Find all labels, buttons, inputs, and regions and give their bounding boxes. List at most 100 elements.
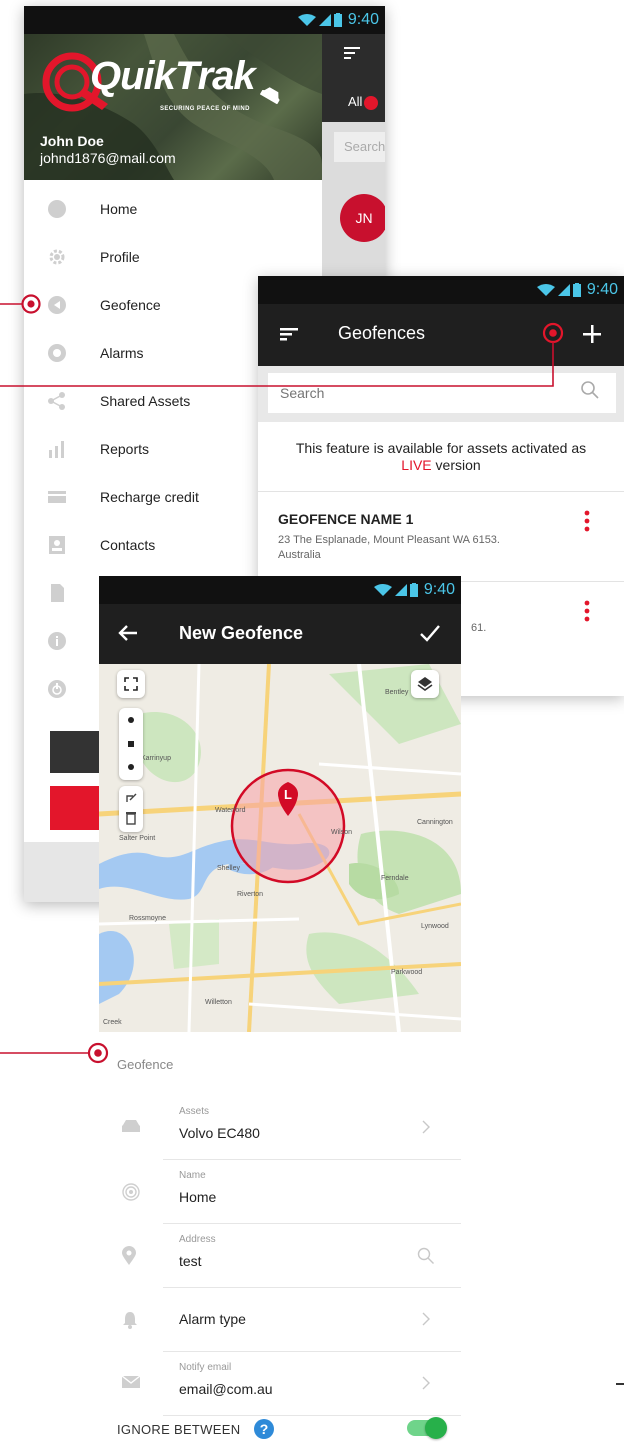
- map-pin-label: L: [284, 787, 292, 802]
- battery-icon: [333, 13, 342, 27]
- menu-item-home[interactable]: Home: [24, 185, 322, 233]
- notice-text-end: version: [431, 457, 481, 473]
- fullscreen-button[interactable]: [117, 670, 145, 698]
- background-toolbar: All: [322, 34, 385, 122]
- home-icon: [46, 198, 68, 220]
- credit-card-icon: [46, 486, 68, 508]
- battery-icon: [409, 583, 418, 597]
- status-bar: 9:40: [24, 6, 385, 34]
- contacts-icon: [46, 534, 68, 556]
- chevron-right-icon: [422, 1376, 430, 1390]
- wifi-icon: [373, 584, 392, 596]
- field-value: test: [179, 1253, 202, 1269]
- user-name: John Doe: [40, 133, 104, 149]
- geofence-icon: [46, 294, 68, 316]
- status-time: 9:40: [347, 11, 379, 28]
- map-view[interactable]: L Bentley Karrinyup Waterford Wilson Can…: [99, 664, 461, 1032]
- check-icon[interactable]: [419, 622, 441, 644]
- field-caption: Name: [179, 1170, 206, 1181]
- share-icon: [46, 390, 68, 412]
- notify-email-field[interactable]: Notify email email@com.au: [99, 1352, 461, 1416]
- menu-item-profile[interactable]: Profile: [24, 233, 322, 281]
- new-geofence-screen: 9:40 New Geofence L Bentley Karrinyup Wa…: [99, 576, 461, 1448]
- map-place-label: Cannington: [417, 819, 453, 826]
- alarm-icon: [46, 342, 68, 364]
- menu-item-label: Geofence: [100, 297, 161, 313]
- logo-tagline: SECURING PEACE OF MIND: [160, 106, 250, 112]
- signal-icon: [394, 584, 407, 596]
- avatar[interactable]: JN: [340, 194, 385, 242]
- logo-wordmark: QuikTrak: [90, 54, 256, 98]
- status-time: 9:40: [586, 281, 618, 298]
- menu-item-label: Home: [100, 201, 138, 217]
- ignore-between-toggle[interactable]: [407, 1417, 447, 1439]
- field-value: Alarm type: [179, 1311, 246, 1327]
- map-place-label: Parkwood: [391, 969, 422, 976]
- map-place-label: Creek: [103, 1019, 122, 1026]
- section-label: Geofence: [117, 1057, 174, 1072]
- back-arrow-icon[interactable]: [117, 622, 139, 644]
- fullscreen-icon: [124, 677, 138, 691]
- gear-icon: [46, 246, 68, 268]
- tab-all[interactable]: All: [348, 94, 379, 110]
- map-place-label: Rossmoyne: [129, 915, 166, 922]
- new-geofence-toolbar: New Geofence: [99, 604, 461, 664]
- alarm-type-field[interactable]: Alarm type: [99, 1288, 461, 1352]
- page-title: New Geofence: [179, 623, 304, 643]
- notice-text: This feature is available for assets act…: [295, 440, 587, 456]
- signal-icon: [557, 284, 570, 296]
- geofences-toolbar: Geofences: [258, 304, 624, 366]
- draw-tools: [119, 708, 143, 780]
- user-email: johnd1876@mail.com: [40, 150, 176, 166]
- more-vert-icon[interactable]: [584, 510, 590, 532]
- map-place-label: Shelley: [217, 865, 240, 872]
- search-icon[interactable]: [417, 1247, 435, 1265]
- edit-delete-icons[interactable]: [119, 786, 143, 832]
- chevron-right-icon: [422, 1120, 430, 1134]
- drawer-header: QuikTrak SECURING PEACE OF MIND John Doe…: [24, 34, 322, 180]
- page-title: Geofences: [338, 323, 426, 343]
- search-input[interactable]: [268, 373, 616, 413]
- address-field[interactable]: Address test: [99, 1224, 461, 1288]
- svg-text:?: ?: [260, 1421, 269, 1437]
- ignore-between-label: IGNORE BETWEEN: [117, 1422, 241, 1437]
- wifi-icon: [536, 284, 555, 296]
- field-caption: Address: [179, 1234, 216, 1245]
- edge-dash: [616, 1383, 624, 1385]
- field-caption: Assets: [179, 1106, 210, 1117]
- status-bar: 9:40: [99, 576, 461, 604]
- search-icon[interactable]: [580, 380, 600, 400]
- filter-icon: [344, 47, 360, 59]
- wifi-icon: [297, 14, 316, 26]
- layers-button[interactable]: [411, 670, 439, 698]
- battery-icon: [572, 283, 581, 297]
- bell-icon: [123, 1312, 137, 1329]
- geofence-address: 61.: [471, 622, 487, 634]
- field-value: Volvo EC480: [179, 1125, 260, 1141]
- more-vert-icon[interactable]: [584, 600, 590, 622]
- toggle-knob[interactable]: [425, 1417, 447, 1439]
- map-place-label: Lynwood: [421, 923, 449, 930]
- draw-shape-icons[interactable]: [119, 708, 143, 780]
- map-place-label: Salter Point: [119, 835, 155, 842]
- map-canvas[interactable]: L Bentley Karrinyup Waterford Wilson Can…: [99, 664, 461, 1032]
- menu-item-label: Shared Assets: [100, 393, 191, 409]
- ignore-between-row: IGNORE BETWEEN ?: [99, 1412, 461, 1448]
- chevron-right-icon: [422, 1312, 430, 1326]
- menu-item-label: Alarms: [100, 345, 144, 361]
- map-place-label: Waterford: [215, 807, 246, 814]
- status-icons: [297, 13, 342, 27]
- field-caption: Notify email: [179, 1362, 232, 1373]
- menu-item-label: Contacts: [100, 537, 156, 553]
- assets-field[interactable]: Assets Volvo EC480: [99, 1096, 461, 1160]
- list-item[interactable]: GEOFENCE NAME 1 23 The Esplanade, Mount …: [258, 491, 624, 581]
- help-icon[interactable]: ?: [253, 1418, 275, 1440]
- status-icons: [373, 583, 418, 597]
- car-icon: [260, 87, 280, 104]
- filter-menu-icon[interactable]: [280, 326, 298, 342]
- background-search[interactable]: Search: [334, 132, 385, 162]
- layers-icon: [417, 677, 433, 691]
- name-field[interactable]: Name Home: [99, 1160, 461, 1224]
- live-badge-text: LIVE: [401, 457, 432, 473]
- add-icon[interactable]: [580, 322, 604, 346]
